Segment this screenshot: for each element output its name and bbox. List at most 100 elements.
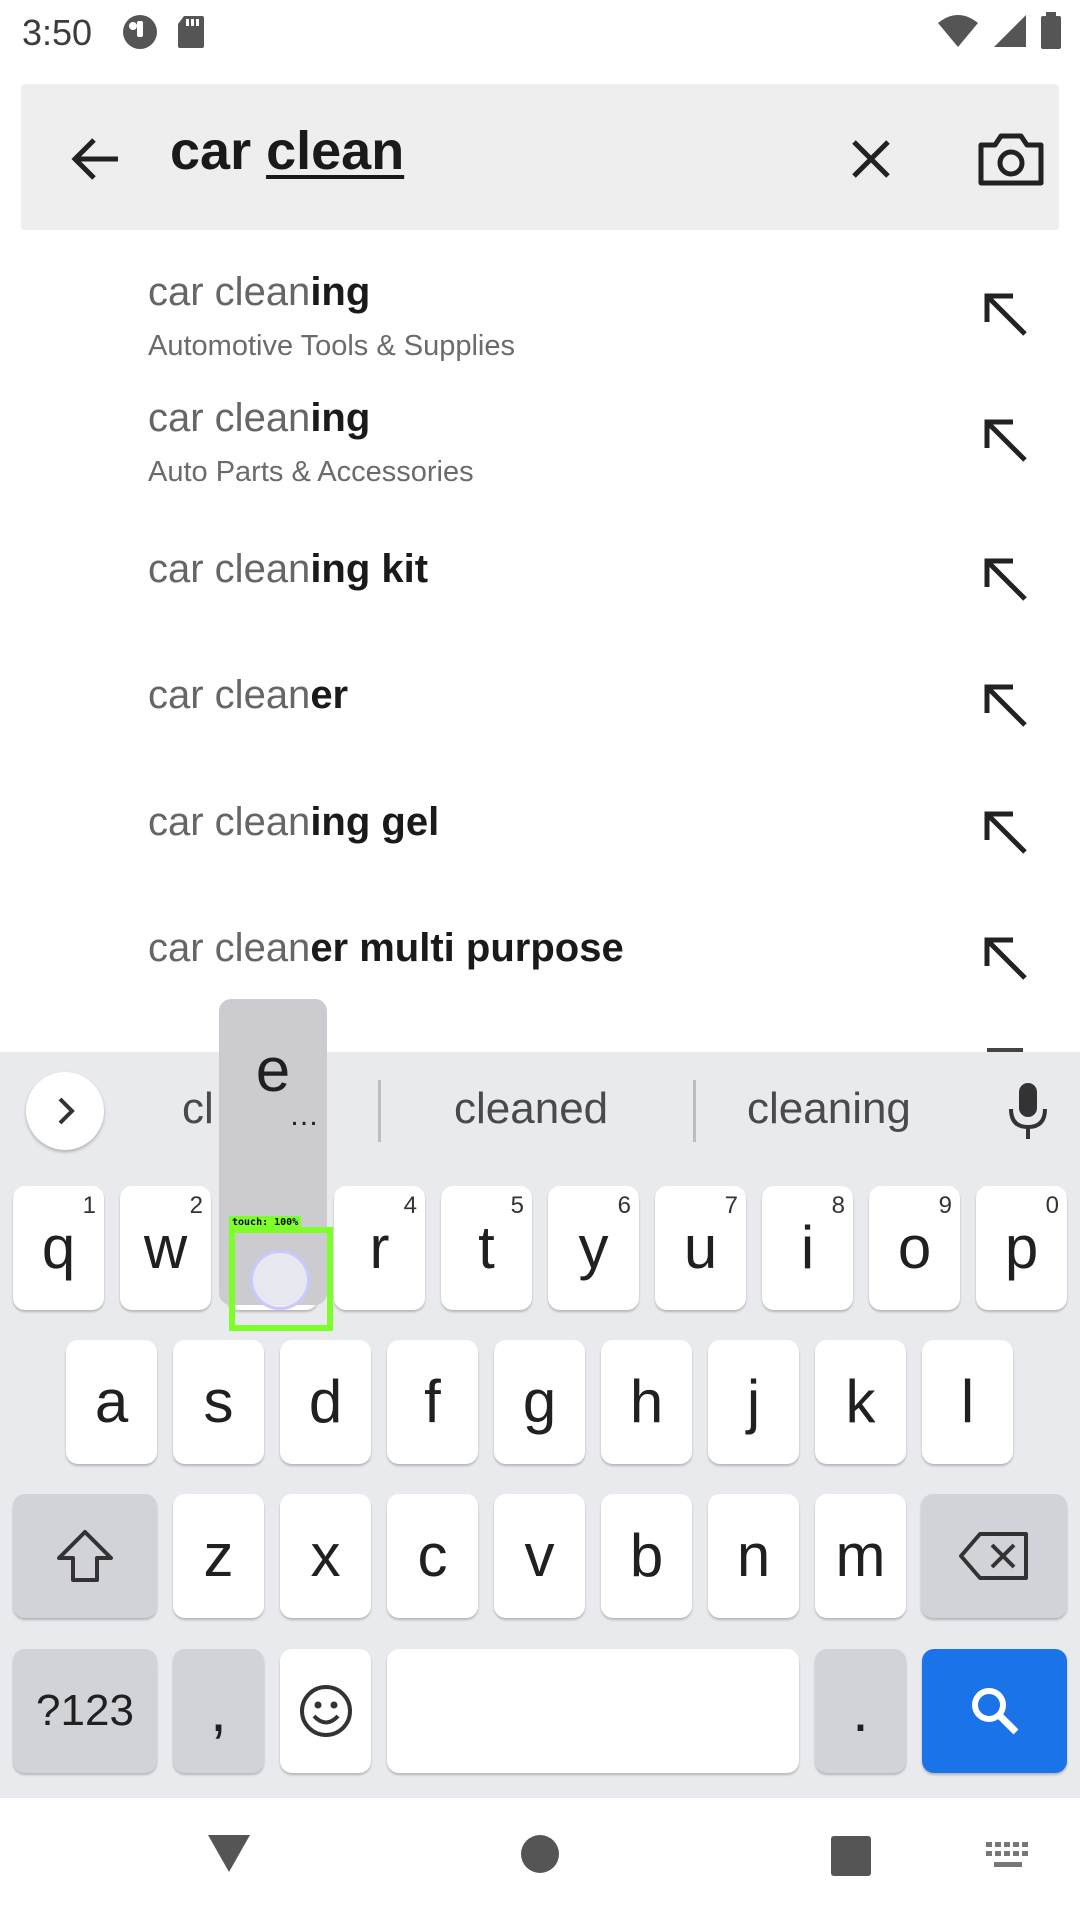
key-q[interactable]: q1 [13,1186,104,1310]
square-icon [831,1836,871,1876]
nav-keyboard-switch-button[interactable] [986,1842,1030,1875]
back-button[interactable] [61,124,131,194]
camera-search-button[interactable] [971,124,1051,194]
arrow-up-left-icon[interactable] [975,549,1035,609]
key-number-hint: 0 [1045,1192,1059,1219]
nav-home-button[interactable] [520,1834,560,1879]
suggestion-text: car cleaning kit [148,547,429,591]
emoji-key[interactable] [280,1649,371,1773]
touch-point-indicator [250,1250,310,1310]
key-v[interactable]: v [494,1494,585,1618]
status-system-icons [936,12,1062,55]
keyboard-suggestion-word[interactable]: cleaned [454,1084,608,1134]
key-f[interactable]: f [387,1340,478,1464]
key-label: i [800,1214,815,1281]
keyboard-suggestion-strip: cl cleaned cleaning [0,1052,1080,1168]
key-b[interactable]: b [601,1494,692,1618]
key-preview-letter: e [255,1036,291,1105]
navigation-bar [0,1798,1080,1920]
key-c[interactable]: c [387,1494,478,1618]
key-label: k [845,1368,876,1435]
chevron-right-icon [58,1097,75,1125]
emoji-smile-icon [299,1685,352,1737]
key-l[interactable]: l [922,1340,1013,1464]
key-j[interactable]: j [708,1340,799,1464]
key-label: q [41,1214,76,1281]
key-a[interactable]: a [66,1340,157,1464]
suggestion-item[interactable]: car cleaning Automotive Tools & Supplies [0,262,1080,382]
comma-key[interactable]: , [173,1649,264,1773]
camera-icon [978,133,1044,186]
key-r[interactable]: r4 [334,1186,425,1310]
key-g[interactable]: g [494,1340,585,1464]
arrow-up-left-icon[interactable] [975,928,1035,988]
key-h[interactable]: h [601,1340,692,1464]
key-w[interactable]: w2 [120,1186,211,1310]
key-label: o [897,1214,932,1281]
key-i[interactable]: i8 [762,1186,853,1310]
key-o[interactable]: o9 [869,1186,960,1310]
key-k[interactable]: k [815,1340,906,1464]
key-d[interactable]: d [280,1340,371,1464]
key-number-hint: 4 [403,1192,417,1219]
suggestion-item[interactable]: car cleaning gel [0,768,1080,888]
symbols-key[interactable]: ?123 [13,1649,157,1773]
space-key[interactable] [387,1649,799,1773]
nav-recents-button[interactable] [831,1836,871,1881]
key-p[interactable]: p0 [976,1186,1067,1310]
key-label: l [960,1368,975,1435]
period-key[interactable]: . [815,1649,906,1773]
triangle-down-icon [208,1835,250,1872]
key-z[interactable]: z [173,1494,264,1618]
symbols-key-label: ?123 [36,1686,134,1735]
suggestion-category: Auto Parts & Accessories [148,456,474,488]
search-input[interactable]: car clean [170,120,404,182]
key-u[interactable]: u7 [655,1186,746,1310]
clear-search-button[interactable] [836,124,906,194]
search-action-key[interactable] [922,1649,1067,1773]
backspace-icon [959,1532,1028,1580]
shift-key[interactable] [13,1494,157,1618]
key-label: w [143,1214,188,1281]
key-label: f [424,1368,441,1435]
key-n[interactable]: n [708,1494,799,1618]
suggestion-text: car cleaning gel [148,800,440,844]
key-x[interactable]: x [280,1494,371,1618]
key-label: r [369,1214,390,1281]
key-t[interactable]: t5 [441,1186,532,1310]
suggestion-text: car cleaning [148,396,371,440]
app-notification-icon [120,12,160,57]
keyboard-suggestion-word[interactable]: cleaning [747,1084,911,1134]
arrow-left-icon [71,138,118,180]
key-label: a [94,1368,129,1435]
arrow-up-left-icon[interactable] [975,675,1035,735]
suggestion-item[interactable]: car cleaner multi purpose [0,894,1080,1014]
status-bar: 3:50 [0,0,1080,64]
key-label: x [310,1522,341,1589]
backspace-key[interactable] [921,1494,1067,1618]
keyboard-icon [986,1842,1028,1867]
key-y[interactable]: y6 [548,1186,639,1310]
key-number-hint: 5 [510,1192,524,1219]
search-query-prefix: car [170,121,267,181]
key-s[interactable]: s [173,1340,264,1464]
suggestion-item[interactable]: car cleaning Auto Parts & Accessories [0,388,1080,508]
voice-input-button[interactable] [1000,1080,1056,1142]
expand-toolbar-button[interactable] [26,1072,104,1150]
key-number-hint: 7 [724,1192,738,1219]
arrow-up-left-icon[interactable] [975,284,1035,344]
suggestion-item[interactable]: car cleaning kit [0,515,1080,635]
arrow-up-left-icon[interactable] [975,802,1035,862]
microphone-icon [1009,1083,1047,1139]
keyboard-suggestion-word[interactable]: cl [182,1084,214,1134]
cell-signal-icon [992,13,1028,54]
period-key-label: . [852,1677,869,1744]
magnifier-icon [971,1688,1018,1735]
nav-back-button[interactable] [206,1832,252,1879]
arrow-up-left-icon[interactable] [975,410,1035,470]
key-m[interactable]: m [815,1494,906,1618]
suggestion-item[interactable]: car cleaner [0,641,1080,761]
key-label: c [417,1522,448,1589]
key-label: j [746,1368,761,1435]
key-number-hint: 1 [82,1192,96,1219]
